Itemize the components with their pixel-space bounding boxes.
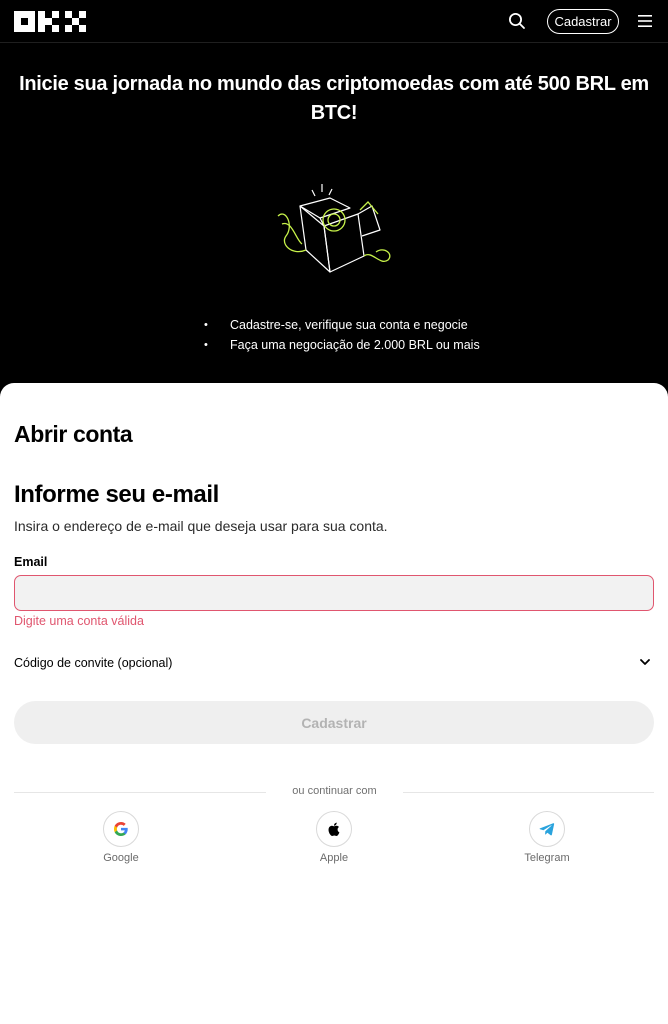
google-login-button[interactable]: Google [81, 811, 161, 864]
email-error-message: Digite uma conta válida [14, 614, 144, 628]
header-signup-button[interactable]: Cadastrar [547, 9, 619, 34]
telegram-icon [539, 823, 555, 836]
apple-login-button[interactable]: Apple [294, 811, 374, 864]
google-label: Google [103, 852, 139, 864]
divider-line [14, 792, 266, 793]
google-icon [114, 822, 128, 836]
section-title: Informe seu e-mail [14, 481, 219, 508]
menu-icon[interactable] [637, 14, 653, 28]
hero-title: Inicie sua jornada no mundo das criptomo… [19, 73, 649, 124]
gift-box-icon [277, 184, 391, 273]
apple-icon-circle [316, 811, 352, 847]
card-title: Abrir conta [14, 421, 133, 447]
benefit-item: Cadastre-se, verifique sua conta e negoc… [204, 316, 480, 336]
telegram-icon-circle [529, 811, 565, 847]
divider-text: ou continuar com [292, 785, 377, 797]
telegram-label: Telegram [524, 852, 570, 864]
okx-logo[interactable] [14, 11, 86, 32]
divider-line [403, 792, 654, 793]
submit-signup-button[interactable]: Cadastrar [14, 701, 654, 744]
google-icon-circle [103, 811, 139, 847]
apple-label: Apple [319, 852, 349, 864]
apple-icon [328, 822, 340, 836]
signup-card: Abrir conta Informe seu e-mail Insira o … [0, 383, 668, 1024]
search-icon[interactable] [507, 11, 527, 31]
invite-code-toggle[interactable]: Código de convite (opcional) [14, 649, 654, 677]
email-label: Email [14, 555, 48, 569]
chevron-down-icon [640, 659, 650, 665]
telegram-login-button[interactable]: Telegram [507, 811, 587, 864]
benefit-item: Faça uma negociação de 2.000 BRL ou mais [204, 336, 480, 356]
email-field[interactable] [14, 575, 654, 611]
top-navigation-bar: Cadastrar [0, 0, 668, 43]
section-subtitle: Insira o endereço de e-mail que deseja u… [14, 518, 388, 534]
invite-code-label: Código de convite (opcional) [14, 656, 173, 670]
hero-benefits-list: Cadastre-se, verifique sua conta e negoc… [204, 316, 480, 356]
